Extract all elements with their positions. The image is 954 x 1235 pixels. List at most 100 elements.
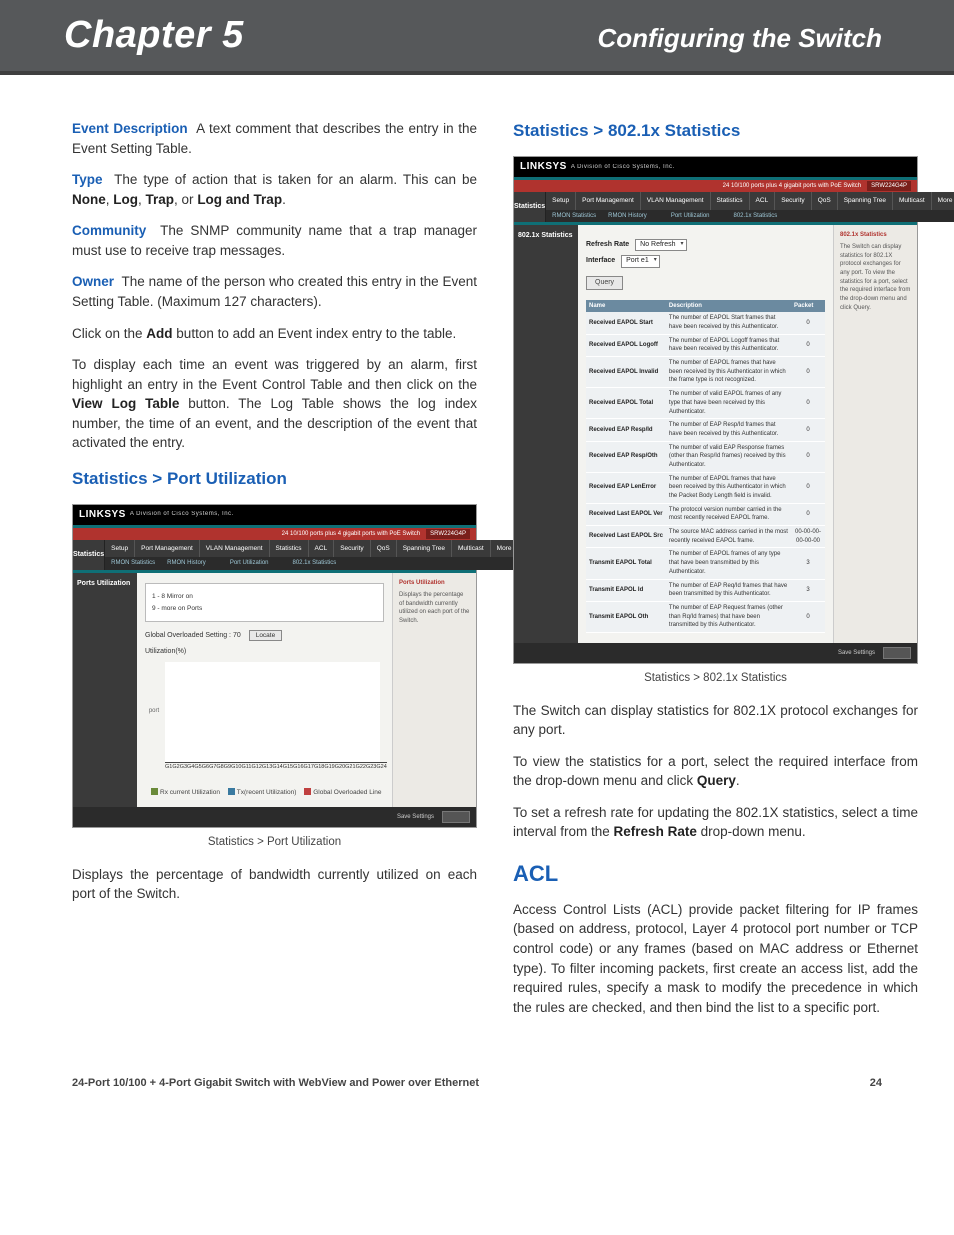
- chapter-number: Chapter 5: [64, 14, 244, 57]
- page: { "header": { "chapter": "Chapter 5", "t…: [0, 0, 954, 1113]
- sub-tab[interactable]: [653, 210, 665, 223]
- sub-tabs: RMON StatisticsRMON History Port Utilizat…: [105, 557, 528, 570]
- sub-tab[interactable]: RMON History: [602, 210, 653, 223]
- left-column: Event Description A text comment that de…: [72, 119, 477, 1029]
- nav-tab[interactable]: VLAN Management: [641, 192, 711, 209]
- locate-button[interactable]: Locate: [249, 630, 283, 641]
- nav-tab[interactable]: Statistics: [270, 540, 309, 557]
- right-column: Statistics > 802.1x Statistics LINKSYS A…: [513, 119, 918, 1029]
- p-8021x-2: To view the statistics for a port, selec…: [513, 752, 918, 791]
- table-row: Transmit EAPOL OthThe number of EAP Requ…: [586, 601, 825, 632]
- help-text: Displays the percentage of bandwidth cur…: [399, 591, 470, 626]
- nav-tab[interactable]: Port Management: [576, 192, 641, 209]
- sub-tab[interactable]: RMON History: [161, 557, 212, 570]
- interface-select[interactable]: Port e1: [621, 255, 660, 267]
- footer-bar: Save Settings: [514, 643, 917, 663]
- x-tick: G17: [304, 762, 314, 780]
- nav-tab[interactable]: Security: [775, 192, 811, 209]
- x-tick: G20: [335, 762, 345, 780]
- p-acl: Access Control Lists (ACL) provide packe…: [513, 900, 918, 1017]
- p-add: Click on the Add button to add an Event …: [72, 324, 477, 344]
- term: Event Description: [72, 121, 188, 136]
- heading-acl: ACL: [513, 858, 918, 890]
- sub-tabs: RMON StatisticsRMON History Port Utilizat…: [546, 210, 954, 223]
- x-tick: G7: [209, 762, 216, 780]
- sub-tab[interactable]: [275, 557, 287, 570]
- nav-tabs: SetupPort ManagementVLAN ManagementStati…: [105, 540, 528, 557]
- figure-caption-1: Statistics > Port Utilization: [72, 834, 477, 851]
- brand-sub: A Division of Cisco Systems, Inc.: [130, 510, 234, 519]
- nav-tab[interactable]: VLAN Management: [200, 540, 270, 557]
- table-row: Transmit EAPOL TotalThe number of EAPOL …: [586, 548, 825, 579]
- chart-plot: [165, 662, 380, 762]
- nav-tab[interactable]: QoS: [812, 192, 838, 209]
- sub-tab[interactable]: RMON Statistics: [546, 210, 602, 223]
- def-text: The name of the person who created this …: [72, 274, 477, 309]
- nav-tab[interactable]: Multicast: [452, 540, 491, 557]
- x-tick: G18: [314, 762, 324, 780]
- heading-8021x: Statistics > 802.1x Statistics: [513, 119, 918, 144]
- interface-row: Interface Port e1: [586, 255, 825, 267]
- nav-tab[interactable]: Security: [334, 540, 370, 557]
- table-row: Received Last EAPOL SrcThe source MAC ad…: [586, 526, 825, 548]
- x-tick: G23: [366, 762, 376, 780]
- footer-button[interactable]: [442, 811, 470, 823]
- sub-tab[interactable]: 802.1x Statistics: [287, 557, 343, 570]
- nav-tab[interactable]: ACL: [750, 192, 776, 209]
- x-tick: G19: [324, 762, 334, 780]
- x-tick: G9: [224, 762, 231, 780]
- sub-tab[interactable]: [212, 557, 224, 570]
- sub-tab[interactable]: RMON Statistics: [105, 557, 161, 570]
- brand-logo: LINKSYS: [520, 160, 567, 175]
- content-area: Refresh Rate No Refresh Interface Port e…: [578, 225, 833, 643]
- x-tick: G6: [202, 762, 209, 780]
- nav-tab[interactable]: Port Management: [135, 540, 200, 557]
- table-row: Received EAP LenErrorThe number of EAPOL…: [586, 472, 825, 503]
- nav-tab[interactable]: Multicast: [893, 192, 932, 209]
- query-button[interactable]: Query: [586, 276, 623, 290]
- x-tick: G22: [356, 762, 366, 780]
- chart-yaxis: port: [145, 662, 163, 762]
- nav-tab[interactable]: Setup: [546, 192, 576, 209]
- sub-tab[interactable]: Port Utilization: [665, 210, 716, 223]
- page-footer: 24-Port 10/100 + 4-Port Gigabit Switch w…: [0, 1069, 954, 1113]
- x-tick: G10: [231, 762, 241, 780]
- refresh-select[interactable]: No Refresh: [635, 239, 686, 251]
- red-bar: 24 10/100 ports plus 4 gigabit ports wit…: [73, 528, 476, 540]
- help-text: The Switch can display statistics for 80…: [840, 243, 911, 313]
- table-row: Transmit EAPOL IdThe number of EAP Req/I…: [586, 579, 825, 601]
- footer-bar: Save Settings: [73, 807, 476, 827]
- nav-tab[interactable]: Statistics: [711, 192, 750, 209]
- sub-tab[interactable]: [716, 210, 728, 223]
- x-tick: G15: [283, 762, 293, 780]
- y-axis-label: Utilization(%): [145, 647, 384, 657]
- nav-tab[interactable]: Spanning Tree: [397, 540, 452, 557]
- footer-button[interactable]: [883, 647, 911, 659]
- screenshot-port-utilization: LINKSYS A Division of Cisco Systems, Inc…: [72, 504, 477, 828]
- nav-tab[interactable]: QoS: [371, 540, 397, 557]
- sub-tab[interactable]: Port Utilization: [224, 557, 275, 570]
- help-title: 802.1x Statistics: [840, 231, 911, 240]
- sub-tab[interactable]: 802.1x Statistics: [728, 210, 784, 223]
- screenshot-8021x: LINKSYS A Division of Cisco Systems, Inc…: [513, 156, 918, 664]
- figure-port-utilization: LINKSYS A Division of Cisco Systems, Inc…: [72, 504, 477, 828]
- brand-sub: A Division of Cisco Systems, Inc.: [571, 163, 675, 172]
- footer-page-number: 24: [870, 1077, 882, 1089]
- x-tick: G2: [172, 762, 179, 780]
- table-row: Received EAPOL TotalThe number of valid …: [586, 388, 825, 419]
- p-view-log: To display each time an event was trigge…: [72, 355, 477, 453]
- th-desc: Description: [666, 300, 791, 313]
- nav-tab[interactable]: Setup: [105, 540, 135, 557]
- nav-tab[interactable]: Spanning Tree: [838, 192, 893, 209]
- figure-8021x: LINKSYS A Division of Cisco Systems, Inc…: [513, 156, 918, 664]
- nav-tab[interactable]: More >>: [932, 192, 954, 209]
- table-row: Received EAPOL InvalidThe number of EAPO…: [586, 357, 825, 388]
- refresh-row: Refresh Rate No Refresh: [586, 239, 825, 251]
- def-community: Community The SNMP community name that a…: [72, 221, 477, 260]
- figure-caption-2: Statistics > 802.1x Statistics: [513, 670, 918, 687]
- nav-tab[interactable]: ACL: [309, 540, 335, 557]
- def-type: Type The type of action that is taken fo…: [72, 170, 477, 209]
- table-row: Received Last EAPOL VerThe protocol vers…: [586, 503, 825, 525]
- section-label: Statistics: [73, 540, 105, 570]
- chapter-title: Configuring the Switch: [597, 23, 882, 54]
